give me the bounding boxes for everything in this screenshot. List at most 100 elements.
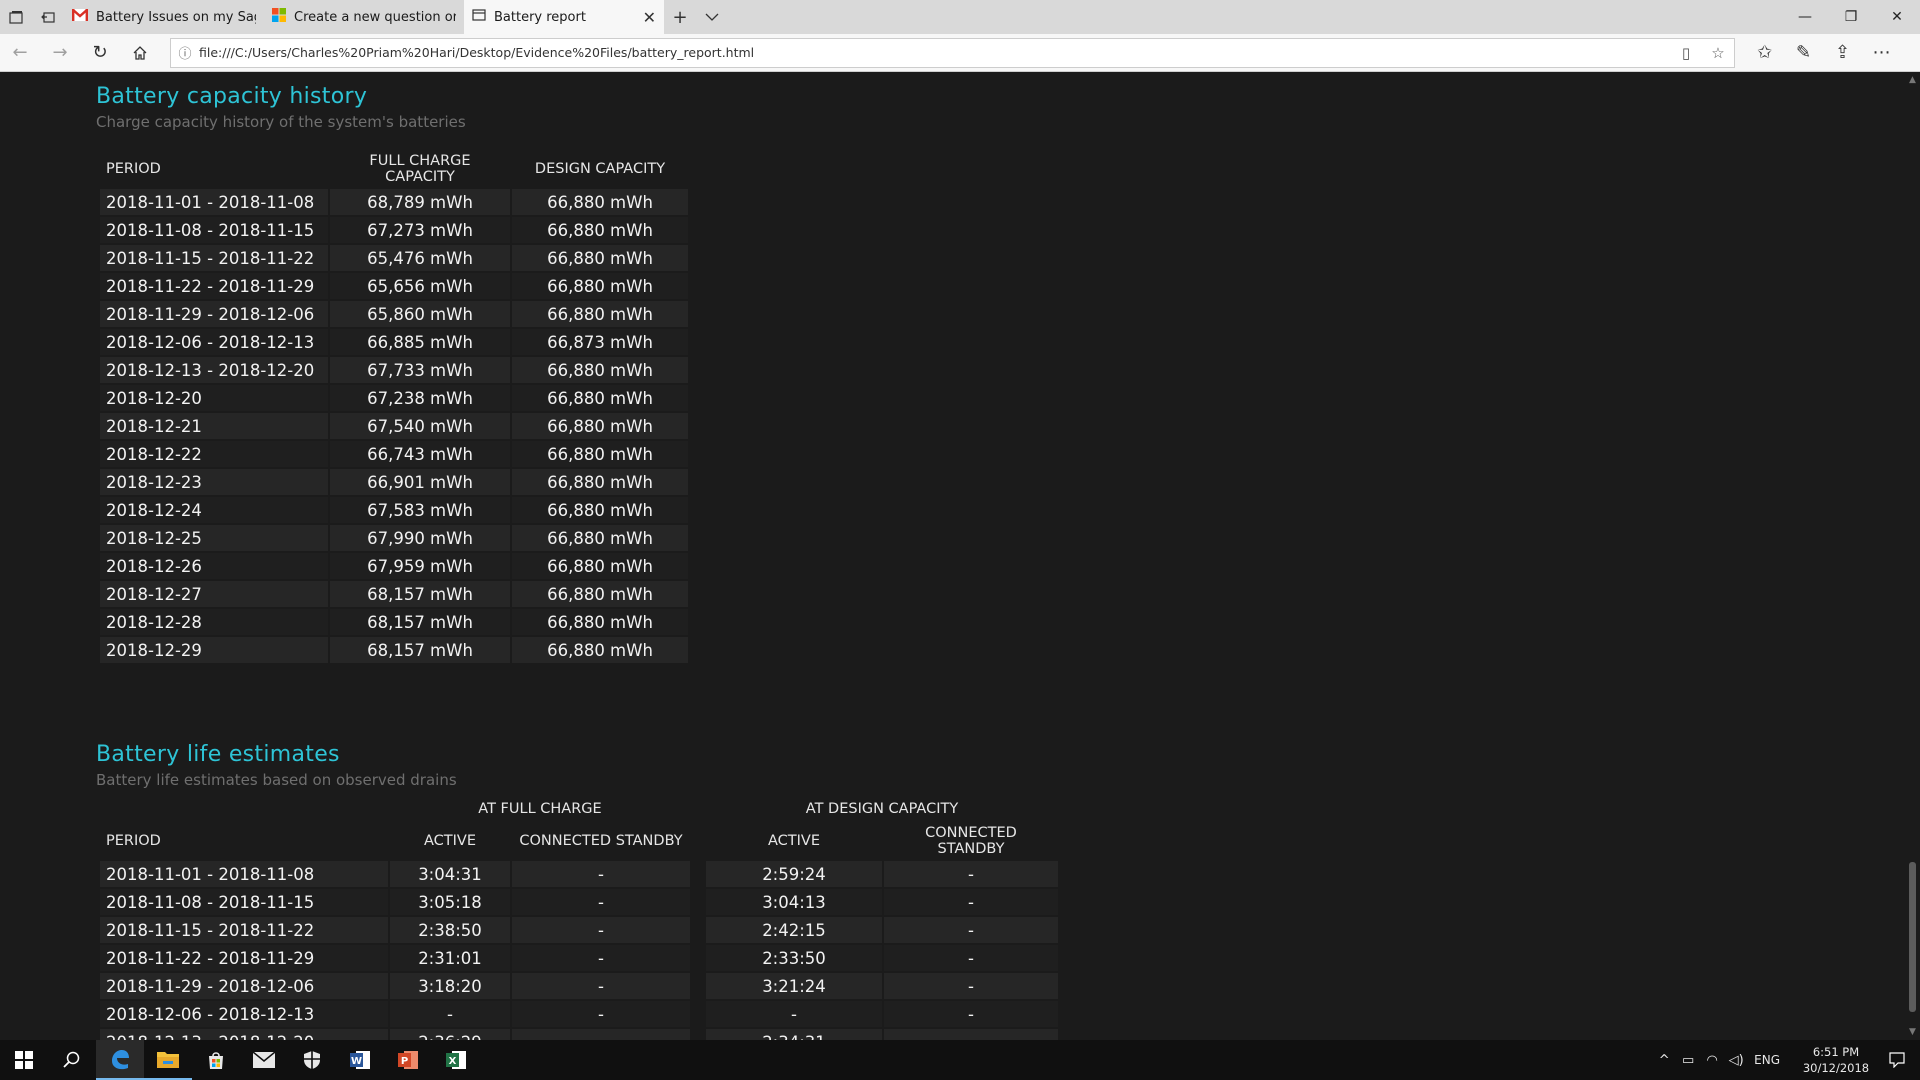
- word-icon[interactable]: W: [336, 1040, 384, 1080]
- period-cell: 2018-12-27: [100, 581, 328, 607]
- standby-full-cell: -: [512, 1001, 690, 1027]
- reading-view-icon[interactable]: ▯: [1670, 44, 1702, 62]
- clock[interactable]: 6:51 PM 30/12/2018: [1798, 1044, 1874, 1076]
- battery-icon[interactable]: ▭: [1676, 1053, 1700, 1068]
- wifi-icon[interactable]: ◠: [1700, 1053, 1724, 1068]
- tab-battery-report[interactable]: Battery report ✕: [464, 0, 664, 34]
- period-cell: 2018-12-20: [100, 385, 328, 411]
- forward-icon[interactable]: →: [40, 34, 80, 72]
- tab-preview-chevron-icon[interactable]: [696, 0, 728, 34]
- start-icon[interactable]: [0, 1040, 48, 1080]
- period-cell: 2018-11-01 - 2018-11-08: [100, 861, 388, 887]
- scroll-down-icon[interactable]: ▼: [1905, 1024, 1920, 1040]
- table-row: 2018-11-01 - 2018-11-08 3:04:31-2:59:24-: [100, 861, 1058, 887]
- refresh-icon[interactable]: ↻: [80, 34, 120, 72]
- table-row: 2018-12-24 67,583 mWh 66,880 mWh: [100, 497, 688, 523]
- defender-icon[interactable]: [288, 1040, 336, 1080]
- set-aside-tabs-icon[interactable]: [32, 0, 64, 34]
- microsoft-icon: [272, 8, 286, 26]
- design-capacity-cell: 66,880 mWh: [512, 189, 688, 215]
- favorite-star-icon[interactable]: ☆: [1702, 44, 1734, 62]
- column-gap: [692, 945, 704, 971]
- group-header-full-charge: AT FULL CHARGE: [478, 801, 602, 817]
- period-cell: 2018-12-23: [100, 469, 328, 495]
- mail-icon[interactable]: [240, 1040, 288, 1080]
- show-hidden-icons-icon[interactable]: ^: [1652, 1053, 1676, 1068]
- new-tab-icon[interactable]: +: [664, 0, 696, 34]
- design-capacity-cell: 66,880 mWh: [512, 413, 688, 439]
- home-icon[interactable]: [120, 34, 160, 72]
- address-bar[interactable]: ⓘ file:///C:/Users/Charles%20Priam%20Har…: [170, 37, 1735, 68]
- tab-label: Battery Issues on my Sager: [96, 9, 256, 25]
- pen-icon[interactable]: ✎: [1784, 34, 1823, 72]
- more-icon[interactable]: ⋯: [1862, 34, 1901, 72]
- gmail-icon: [71, 8, 89, 25]
- scroll-up-icon[interactable]: ▲: [1905, 72, 1920, 88]
- group-header-design: AT DESIGN CAPACITY: [805, 801, 959, 817]
- share-icon[interactable]: ⇪: [1823, 34, 1862, 72]
- powerpoint-icon[interactable]: P: [384, 1040, 432, 1080]
- table-row: 2018-11-15 - 2018-11-22 65,476 mWh 66,880 …: [100, 245, 688, 271]
- file-explorer-icon[interactable]: [144, 1040, 192, 1080]
- close-tab-icon[interactable]: ✕: [643, 8, 656, 27]
- info-icon[interactable]: ⓘ: [171, 43, 199, 62]
- table-row: 2018-12-06 - 2018-12-13- - - -: [100, 1001, 1058, 1027]
- period-cell: 2018-12-26: [100, 553, 328, 579]
- system-tray: ^ ▭ ◠ ◁) ENG 6:51 PM 30/12/2018: [1652, 1040, 1920, 1080]
- period-cell: 2018-11-08 - 2018-11-15: [100, 217, 328, 243]
- active-design-cell: 3:04:13: [706, 889, 882, 915]
- tab-manager-icon[interactable]: [0, 0, 32, 34]
- life-section: Battery life estimates Battery life esti…: [96, 742, 1060, 1040]
- tab-microsoft[interactable]: Create a new question or st: [264, 0, 464, 34]
- action-center-icon[interactable]: [1874, 1052, 1920, 1068]
- header-active-design: ACTIVE: [767, 833, 820, 849]
- excel-icon[interactable]: X: [432, 1040, 480, 1080]
- edge-icon[interactable]: [96, 1040, 144, 1080]
- full-charge-cell: 68,157 mWh: [330, 609, 510, 635]
- language-indicator[interactable]: ENG: [1754, 1053, 1780, 1067]
- svg-text:W: W: [351, 1056, 362, 1067]
- header-standby-design: CONNECTED STANDBY: [925, 825, 1017, 857]
- volume-icon[interactable]: ◁): [1724, 1053, 1748, 1068]
- tab-gmail[interactable]: Battery Issues on my Sager: [64, 0, 264, 34]
- life-title: Battery life estimates: [96, 742, 340, 767]
- vertical-scrollbar[interactable]: ▲ ▼: [1905, 72, 1920, 1040]
- back-icon[interactable]: ←: [0, 34, 40, 72]
- active-full-cell: 3:18:20: [390, 973, 510, 999]
- column-gap: [692, 861, 704, 887]
- search-icon[interactable]: [48, 1040, 96, 1080]
- close-window-icon[interactable]: ✕: [1874, 0, 1920, 34]
- table-row: 2018-11-29 - 2018-12-06 3:18:20-3:21:24-: [100, 973, 1058, 999]
- standby-design-cell: -: [884, 1001, 1058, 1027]
- design-capacity-cell: 66,880 mWh: [512, 217, 688, 243]
- period-cell: 2018-11-29 - 2018-12-06: [100, 973, 388, 999]
- full-charge-cell: 68,789 mWh: [330, 189, 510, 215]
- standby-full-cell: -: [512, 1029, 690, 1040]
- header-active-full: ACTIVE: [423, 833, 476, 849]
- period-cell: 2018-11-08 - 2018-11-15: [100, 889, 388, 915]
- active-design-cell: 2:59:24: [706, 861, 882, 887]
- restore-icon[interactable]: ❐: [1828, 0, 1874, 34]
- minimize-icon[interactable]: —: [1782, 0, 1828, 34]
- standby-full-cell: -: [512, 945, 690, 971]
- table-row: 2018-12-25 67,990 mWh 66,880 mWh: [100, 525, 688, 551]
- period-cell: 2018-12-13 - 2018-12-20: [100, 357, 328, 383]
- scrollbar-thumb[interactable]: [1909, 862, 1916, 1012]
- active-full-cell: 3:05:18: [390, 889, 510, 915]
- period-cell: 2018-11-29 - 2018-12-06: [100, 301, 328, 327]
- active-design-cell: -: [706, 1001, 882, 1027]
- full-charge-cell: 65,656 mWh: [330, 273, 510, 299]
- table-row: 2018-11-08 - 2018-11-15 67,273 mWh 66,880 …: [100, 217, 688, 243]
- svg-text:P: P: [401, 1056, 408, 1067]
- design-capacity-cell: 66,880 mWh: [512, 301, 688, 327]
- store-icon[interactable]: [192, 1040, 240, 1080]
- column-gap: [692, 973, 704, 999]
- design-capacity-cell: 66,873 mWh: [512, 329, 688, 355]
- table-row: 2018-12-22 66,743 mWh 66,880 mWh: [100, 441, 688, 467]
- browser-tab-bar: Battery Issues on my Sager Create a new …: [0, 0, 1920, 34]
- active-design-cell: 3:21:24: [706, 973, 882, 999]
- favorites-hub-icon[interactable]: ✩: [1745, 34, 1784, 72]
- period-cell: 2018-12-06 - 2018-12-13: [100, 1001, 388, 1027]
- period-cell: 2018-12-06 - 2018-12-13: [100, 329, 328, 355]
- tab-label: Battery report: [494, 9, 586, 25]
